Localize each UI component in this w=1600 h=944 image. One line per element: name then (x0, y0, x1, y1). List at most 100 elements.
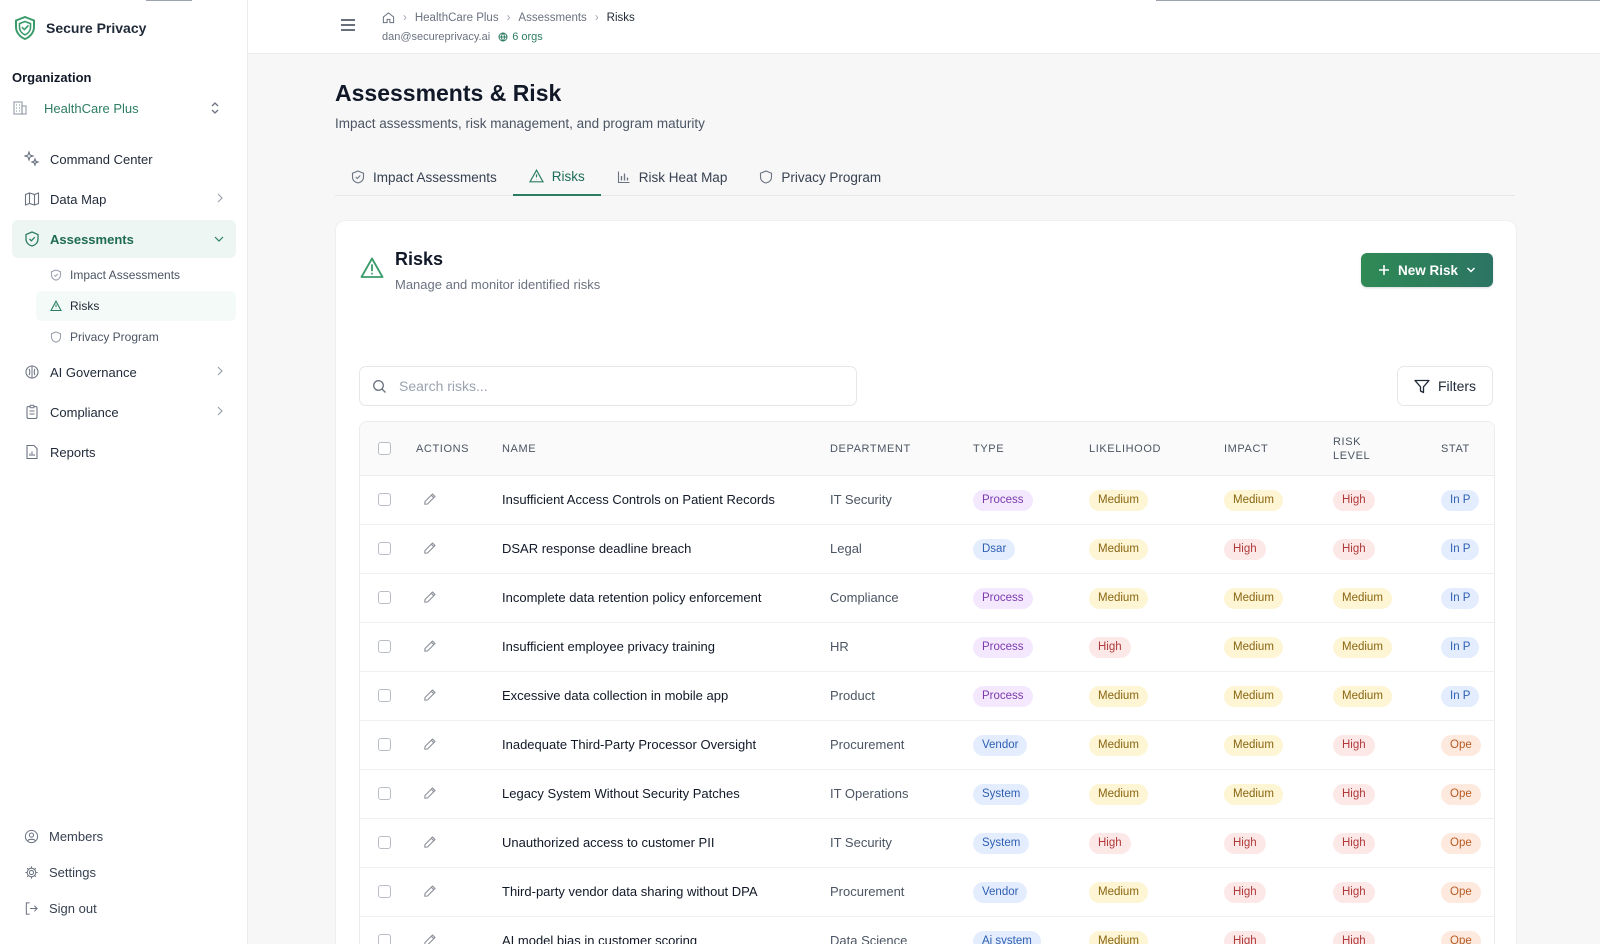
edit-button[interactable] (423, 737, 437, 751)
column-header-status[interactable]: STAT (1441, 443, 1470, 455)
table-body: Insufficient Access Controls on Patient … (360, 476, 1494, 944)
table-row[interactable]: Inadequate Third-Party Processor Oversig… (360, 721, 1494, 770)
organization-selector[interactable]: HealthCare Plus (12, 94, 232, 122)
risk-level-badge: High (1333, 784, 1375, 805)
row-checkbox[interactable] (378, 591, 391, 604)
table-row[interactable]: Excessive data collection in mobile app P… (360, 672, 1494, 721)
sidebar-item-reports[interactable]: Reports (12, 433, 236, 471)
shield-logo-icon (15, 16, 35, 40)
type-badge: Dsar (973, 539, 1016, 560)
row-checkbox[interactable] (378, 787, 391, 800)
tab-risk-heat-map[interactable]: Risk Heat Map (601, 158, 744, 196)
row-checkbox[interactable] (378, 885, 391, 898)
table-row[interactable]: Legacy System Without Security Patches IT… (360, 770, 1494, 819)
risk-level-badge: Medium (1333, 588, 1392, 609)
row-checkbox[interactable] (378, 689, 391, 702)
edit-button[interactable] (423, 492, 437, 506)
sidebar-subitem-impact-assessments[interactable]: Impact Assessments (36, 260, 236, 290)
row-checkbox[interactable] (378, 738, 391, 751)
edit-button[interactable] (423, 884, 437, 898)
sidebar-subitem-risks[interactable]: Risks (36, 291, 236, 321)
tab-impact-assessments[interactable]: Impact Assessments (335, 158, 513, 196)
table-row[interactable]: Third-party vendor data sharing without … (360, 868, 1494, 917)
edit-button[interactable] (423, 835, 437, 849)
column-header-actions: ACTIONS (416, 443, 470, 455)
type-badge: Process (973, 490, 1033, 511)
sidebar-item-members[interactable]: Members (12, 818, 236, 854)
column-header-type[interactable]: TYPE (973, 443, 1004, 455)
sidebar-item-ai-governance[interactable]: AI Governance (12, 353, 236, 391)
page-subtitle: Impact assessments, risk management, and… (335, 116, 705, 131)
risk-name[interactable]: Insufficient employee privacy training (502, 639, 715, 654)
column-header-department[interactable]: DEPARTMENT (830, 443, 911, 455)
tab-risks[interactable]: Risks (512, 158, 601, 196)
chevron-right-icon: › (594, 11, 599, 24)
sidebar-subitem-privacy-program[interactable]: Privacy Program (36, 322, 236, 352)
table-row[interactable]: AI model bias in customer scoring Data Sc… (360, 917, 1494, 944)
sidebar-item-assessments[interactable]: Assessments (12, 220, 236, 258)
new-risk-button[interactable]: New Risk (1361, 253, 1493, 287)
column-header-likelihood[interactable]: LIKELIHOOD (1089, 443, 1161, 455)
edit-button[interactable] (423, 786, 437, 800)
breadcrumb-assessments[interactable]: Assessments (518, 12, 586, 24)
tab-bar: Impact Assessments Risks Risk Heat Map P… (335, 158, 1515, 196)
table-row[interactable]: Incomplete data retention policy enforce… (360, 574, 1494, 623)
sidebar-item-sign-out[interactable]: Sign out (12, 890, 236, 926)
table-row[interactable]: Insufficient employee privacy training HR… (360, 623, 1494, 672)
type-badge: Ai system (973, 931, 1041, 944)
status-badge: In P (1441, 490, 1480, 511)
sidebar-item-compliance[interactable]: Compliance (12, 393, 236, 431)
edit-button[interactable] (423, 639, 437, 653)
brand[interactable]: Secure Privacy (14, 16, 146, 40)
risk-level-badge: High (1333, 735, 1375, 756)
sidebar-item-label: Compliance (50, 404, 119, 420)
select-all-checkbox[interactable] (378, 442, 391, 455)
row-checkbox[interactable] (378, 493, 391, 506)
sidebar-item-data-map[interactable]: Data Map (12, 180, 236, 218)
risk-name[interactable]: DSAR response deadline breach (502, 541, 691, 556)
breadcrumb-org[interactable]: HealthCare Plus (415, 12, 499, 24)
home-icon[interactable] (382, 11, 395, 24)
pencil-icon (424, 787, 436, 799)
orgs-badge[interactable]: 6 orgs (498, 31, 543, 43)
risk-name[interactable]: Insufficient Access Controls on Patient … (502, 492, 775, 507)
breadcrumb-current: Risks (606, 11, 635, 24)
search-input[interactable]: Search risks... (359, 366, 857, 406)
risk-name[interactable]: Incomplete data retention policy enforce… (502, 590, 761, 605)
edit-button[interactable] (423, 541, 437, 555)
impact-badge: High (1224, 882, 1266, 903)
edit-button[interactable] (423, 933, 437, 944)
tab-label: Risk Heat Map (638, 169, 728, 185)
filters-button[interactable]: Filters (1397, 366, 1493, 406)
shield-check-icon (25, 231, 39, 247)
risk-level-badge: High (1333, 931, 1375, 944)
table-row[interactable]: Insufficient Access Controls on Patient … (360, 476, 1494, 525)
likelihood-badge: Medium (1089, 539, 1148, 560)
column-header-name[interactable]: NAME (502, 443, 536, 455)
risk-name[interactable]: Legacy System Without Security Patches (502, 786, 740, 801)
page-title: Assessments & Risk (335, 80, 562, 106)
pencil-icon (424, 885, 436, 897)
row-checkbox[interactable] (378, 542, 391, 555)
risk-level-badge: High (1333, 490, 1375, 511)
row-checkbox[interactable] (378, 640, 391, 653)
risk-name[interactable]: Third-party vendor data sharing without … (502, 884, 758, 899)
table-row[interactable]: DSAR response deadline breach Legal Dsar Me… (360, 525, 1494, 574)
row-checkbox[interactable] (378, 836, 391, 849)
column-header-risk-level[interactable]: RISK LEVEL (1333, 435, 1370, 463)
risk-name[interactable]: AI model bias in customer scoring (502, 933, 697, 944)
risk-level-line-2: LEVEL (1333, 450, 1371, 462)
chevron-right-icon: › (506, 11, 511, 24)
risk-name[interactable]: Unauthorized access to customer PII (502, 835, 714, 850)
edit-button[interactable] (423, 590, 437, 604)
risk-name[interactable]: Inadequate Third-Party Processor Oversig… (502, 737, 756, 752)
table-row[interactable]: Unauthorized access to customer PII IT Se… (360, 819, 1494, 868)
menu-toggle-button[interactable] (340, 18, 356, 32)
column-header-impact[interactable]: IMPACT (1224, 443, 1268, 455)
edit-button[interactable] (423, 688, 437, 702)
tab-privacy-program[interactable]: Privacy Program (743, 158, 897, 196)
risk-name[interactable]: Excessive data collection in mobile app (502, 688, 728, 703)
row-checkbox[interactable] (378, 934, 391, 944)
sidebar-item-command-center[interactable]: Command Center (12, 140, 236, 178)
sidebar-item-settings[interactable]: Settings (12, 854, 236, 890)
